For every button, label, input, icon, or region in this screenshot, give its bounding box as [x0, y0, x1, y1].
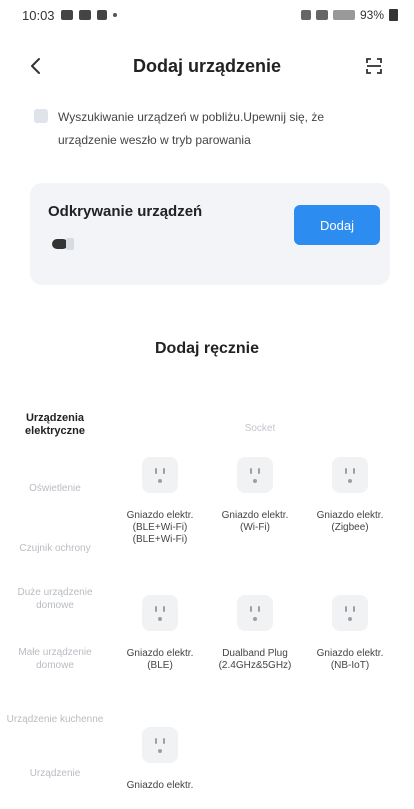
category-label: Oświetlenie	[29, 482, 81, 494]
category-lighting[interactable]: Oświetlenie	[0, 467, 110, 509]
manual-add-title: Dodaj ręcznie	[154, 340, 260, 357]
socket-icon	[332, 595, 368, 631]
category-label: Urządzenia elektryczne	[25, 412, 85, 437]
search-hint-text: Wyszukiwanie urządzeń w pobliżu.Upewnij …	[58, 110, 325, 147]
wifi-icon	[315, 10, 328, 20]
device-label: Dualband Plug (2.4GHz&5GHz)	[218, 648, 292, 671]
status-left: 10:03	[22, 8, 117, 23]
discover-title: Odkrywanie urządzeń	[48, 203, 203, 220]
socket-icon	[237, 457, 273, 493]
status-right: 93%	[300, 8, 398, 22]
device-socket-wifi[interactable]: Gniazdo elektr. (Wi-Fi)	[215, 455, 295, 534]
device-label: Gniazdo elektr. (NB-IoT)	[316, 648, 384, 671]
socket-icon	[142, 595, 178, 631]
category-kitchen-appliance[interactable]: Urządzenie kuchenne	[0, 699, 110, 739]
add-discovered-button[interactable]: Dodaj	[294, 205, 380, 245]
mute-icon	[300, 10, 311, 20]
device-socket[interactable]: Gniazdo elektr.	[120, 725, 200, 792]
category-label: Małe urządzenie domowe	[18, 647, 92, 671]
scan-icon	[366, 58, 382, 74]
device-label: Gniazdo elektr. (Zigbee)	[316, 510, 384, 533]
status-bar: 10:03 93%	[0, 0, 414, 30]
category-label: Urządzenie kuchenne	[6, 713, 104, 725]
signal-icon	[332, 10, 355, 20]
category-label: Duże urządzenie domowe	[17, 587, 93, 611]
category-label: Urządzenie	[29, 767, 81, 779]
battery-percent: 93%	[359, 8, 384, 22]
socket-icon	[142, 457, 178, 493]
socket-icon	[332, 457, 368, 493]
play-notification-icon	[96, 10, 107, 20]
nav-bar: Dodaj urządzenie	[0, 46, 414, 86]
device-label: Gniazdo elektr. (BLE)	[126, 648, 194, 671]
scan-button[interactable]	[364, 56, 384, 76]
socket-icon	[142, 727, 178, 763]
discovered-device-icon	[52, 238, 74, 250]
device-socket-ble-wifi[interactable]: Gniazdo elektr. (BLE+Wi-Fi) (BLE+Wi-Fi)	[120, 455, 200, 546]
category-list: Urządzenia elektryczne Oświetlenie Czujn…	[0, 405, 110, 793]
category-other[interactable]: Urządzenie	[0, 753, 110, 793]
category-electrical[interactable]: Urządzenia elektryczne	[0, 405, 110, 445]
bluetooth-search-icon	[34, 109, 48, 123]
subcategory-title: Socket	[244, 423, 276, 434]
category-large-appliance[interactable]: Duże urządzenie domowe	[0, 579, 110, 619]
back-arrow-icon	[31, 58, 40, 74]
category-security-sensor[interactable]: Czujnik ochrony	[0, 525, 110, 571]
category-label: Czujnik ochrony	[19, 542, 91, 554]
device-label: Gniazdo elektr. (Wi-Fi)	[221, 510, 289, 533]
device-socket-nb-iot[interactable]: Gniazdo elektr. (NB-IoT)	[310, 593, 390, 672]
status-time: 10:03	[22, 7, 55, 23]
device-socket-zigbee[interactable]: Gniazdo elektr. (Zigbee)	[310, 455, 390, 534]
more-notifications-icon	[112, 13, 117, 17]
device-label: Gniazdo elektr. (BLE+Wi-Fi) (BLE+Wi-Fi)	[126, 510, 194, 545]
device-dualband-plug[interactable]: Dualband Plug (2.4GHz&5GHz)	[215, 593, 295, 672]
device-socket-ble[interactable]: Gniazdo elektr. (BLE)	[120, 593, 200, 672]
discover-devices-card: Odkrywanie urządzeń Dodaj	[30, 183, 390, 285]
gallery-notification-icon	[60, 10, 73, 20]
page-title: Dodaj urządzenie	[132, 55, 282, 76]
category-small-appliance[interactable]: Małe urządzenie domowe	[0, 639, 110, 679]
battery-icon	[389, 9, 398, 21]
search-hint: Wyszukiwanie urządzeń w pobliżu.Upewnij …	[34, 106, 384, 152]
mail-notification-icon	[78, 10, 91, 20]
socket-icon	[237, 595, 273, 631]
device-label: Gniazdo elektr.	[126, 780, 194, 791]
back-button[interactable]	[26, 56, 46, 76]
